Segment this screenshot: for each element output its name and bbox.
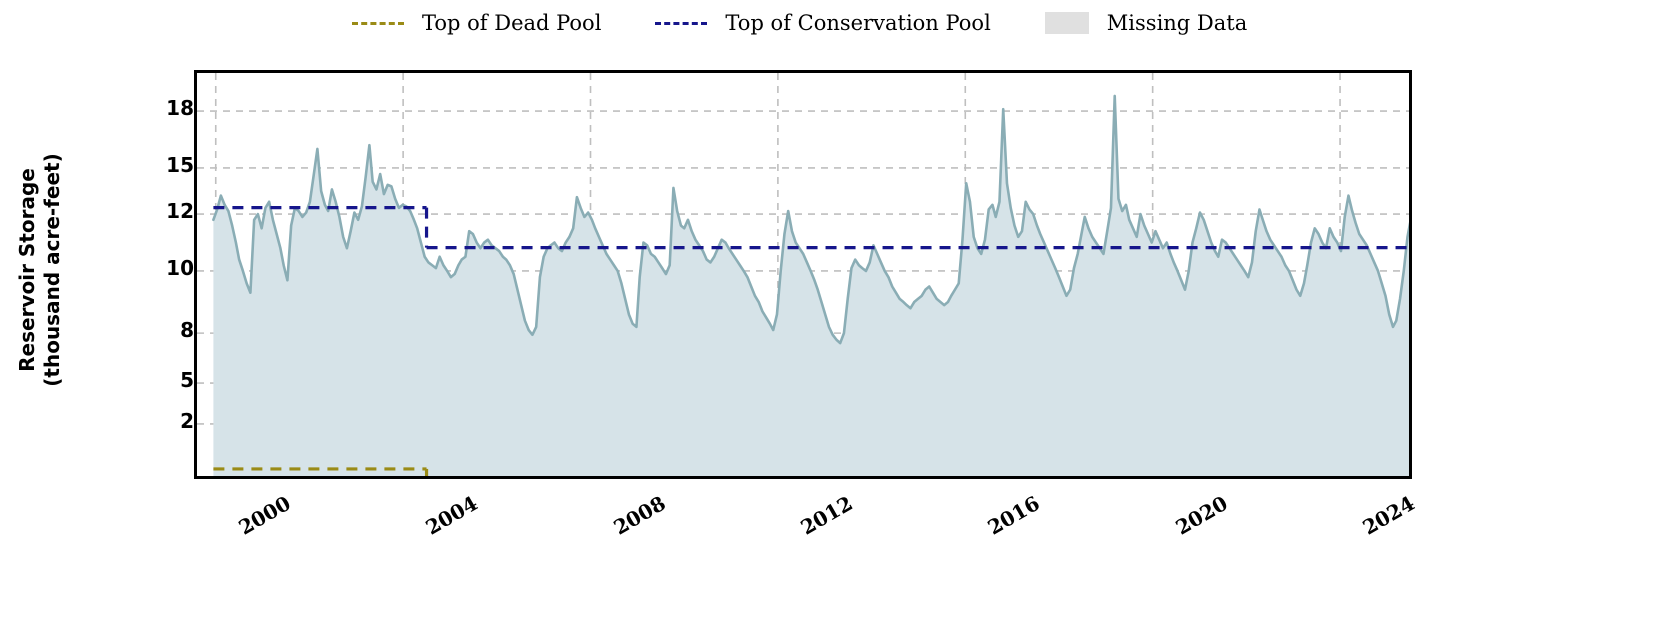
chart-root: Top of Dead Pool Top of Conservation Poo… — [0, 0, 1680, 630]
x-tick-label: 2016 — [983, 491, 1044, 540]
legend-label-conservation-pool: Top of Conservation Pool — [725, 11, 991, 35]
x-tick-label: 2024 — [1358, 491, 1419, 540]
y-tick-label: 2 — [180, 408, 194, 433]
y-axis-title-line2: (thousand acre-feet) — [40, 153, 64, 387]
y-tick-label: 5 — [180, 368, 194, 393]
legend-item-conservation-pool: Top of Conservation Pool — [655, 11, 991, 35]
x-tick-label: 2004 — [421, 491, 482, 540]
y-tick-label: 8 — [180, 318, 194, 343]
swatch-icon-missing-data — [1044, 12, 1089, 34]
y-tick-label: 12 — [166, 199, 194, 224]
plot-canvas — [197, 73, 1409, 476]
dashed-line-icon-conservation-pool — [655, 21, 708, 25]
y-tick-label: 15 — [166, 152, 194, 177]
chart-svg — [197, 73, 1409, 476]
series-area-reservoir-storage — [213, 95, 1409, 476]
legend-label-dead-pool: Top of Dead Pool — [422, 11, 602, 35]
x-tick-label: 2000 — [234, 491, 295, 540]
x-tick-label: 2020 — [1171, 491, 1232, 540]
dashed-line-icon-dead-pool — [352, 21, 404, 25]
legend-item-missing-data: Missing Data — [1044, 11, 1248, 35]
y-axis-title: Reservoir Storage (thousand acre-feet) — [0, 0, 70, 550]
x-tick-label: 2012 — [796, 491, 857, 540]
y-tick-label: 18 — [166, 96, 194, 121]
x-tick-label: 2008 — [608, 491, 670, 540]
y-axis-title-line1: Reservoir Storage — [15, 168, 39, 372]
y-tick-label: 10 — [166, 255, 194, 280]
legend-label-missing-data: Missing Data — [1106, 11, 1248, 35]
plot-area — [194, 70, 1412, 479]
legend-item-dead-pool: Top of Dead Pool — [352, 11, 601, 35]
chart-legend: Top of Dead Pool Top of Conservation Poo… — [352, 8, 1247, 38]
